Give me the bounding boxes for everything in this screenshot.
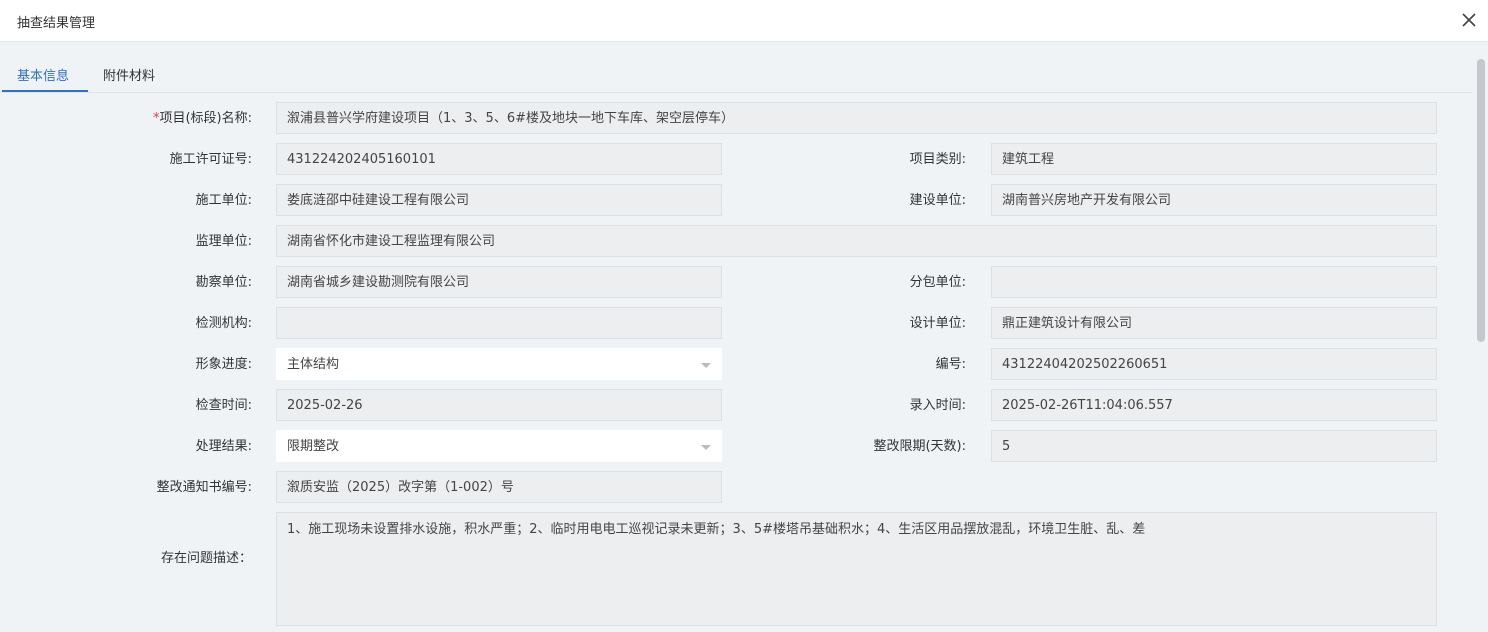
close-icon[interactable] (1460, 9, 1478, 31)
design-field[interactable]: 鼎正建筑设计有限公司 (991, 307, 1437, 339)
deadline-field[interactable]: 5 (991, 430, 1437, 462)
category-label: 项目类别: (909, 152, 966, 167)
dialog-title: 抽查结果管理 (17, 16, 96, 31)
entry-time-label: 录入时间: (909, 398, 966, 413)
tab-bar: 基本信息 附件材料 (0, 50, 1472, 93)
notice-field[interactable]: 溆质安监（2025）改字第（1-002）号 (276, 471, 722, 503)
build-unit-label: 建设单位: (909, 193, 966, 208)
dialog-header: 抽查结果管理 (0, 0, 1488, 42)
issues-label: 存在问题描述： (160, 551, 252, 566)
supervision-label: 监理单位: (195, 234, 252, 249)
subcontract-label: 分包单位: (909, 275, 966, 290)
scrollbar[interactable] (1474, 42, 1488, 632)
design-label: 设计单位: (909, 316, 966, 331)
number-field[interactable]: 43122404202502260651 (991, 348, 1437, 380)
project-name-label: *项目(标段)名称: (152, 111, 252, 126)
supervision-field[interactable]: 湖南省怀化市建设工程监理有限公司 (276, 225, 1437, 257)
tab-basic-info[interactable]: 基本信息 (17, 65, 69, 84)
notice-label: 整改通知书编号: (156, 480, 252, 495)
build-unit-field[interactable]: 湖南普兴房地产开发有限公司 (991, 184, 1437, 216)
issues-textarea[interactable]: 1、施工现场未设置排水设施，积水严重；2、临时用电电工巡视记录未更新；3、5#楼… (276, 512, 1437, 626)
tab-attachments[interactable]: 附件材料 (103, 65, 155, 84)
scrollbar-thumb[interactable] (1477, 59, 1485, 342)
number-label: 编号: (935, 357, 966, 372)
active-tab-indicator (2, 90, 88, 92)
deadline-label: 整改限期(天数): (873, 439, 966, 454)
entry-time-field[interactable]: 2025-02-26T11:04:06.557 (991, 389, 1437, 421)
project-name-field[interactable]: 溆浦县普兴学府建设项目（1、3、5、6#楼及地块一地下车库、架空层停车） (276, 102, 1437, 134)
category-field[interactable]: 建筑工程 (991, 143, 1437, 175)
subcontract-field[interactable] (991, 266, 1437, 298)
